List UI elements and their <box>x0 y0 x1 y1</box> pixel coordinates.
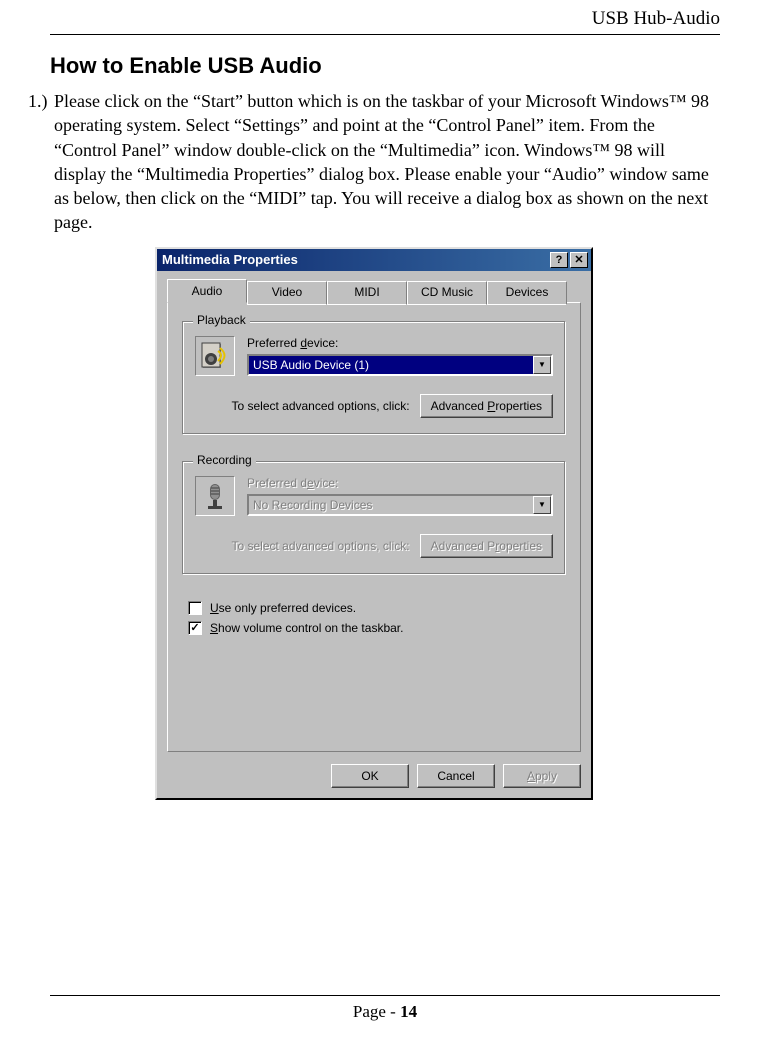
tab-devices[interactable]: Devices <box>487 281 567 305</box>
recording-legend: Recording <box>193 453 256 467</box>
tab-audio[interactable]: Audio <box>167 279 247 303</box>
step-1: 1.) Please click on the “Start” button w… <box>28 89 720 235</box>
tab-strip: Audio Video MIDI CD Music Devices <box>167 279 581 303</box>
checkbox-unchecked-icon[interactable] <box>188 601 202 615</box>
use-preferred-checkbox-row[interactable]: Use only preferred devices. <box>188 601 566 615</box>
dialog-title: Multimedia Properties <box>162 252 548 267</box>
tab-midi[interactable]: MIDI <box>327 281 407 305</box>
step-number: 1.) <box>28 89 54 235</box>
microphone-icon <box>195 476 235 516</box>
speaker-icon <box>195 336 235 376</box>
help-icon: ? <box>556 254 563 266</box>
playback-legend: Playback <box>193 313 250 327</box>
playback-device-value: USB Audio Device (1) <box>249 356 533 374</box>
apply-button: Apply <box>503 764 581 788</box>
dropdown-icon: ▼ <box>533 496 551 514</box>
use-preferred-label: Use only preferred devices. <box>210 601 356 615</box>
cancel-button[interactable]: Cancel <box>417 764 495 788</box>
show-volume-label: Show volume control on the taskbar. <box>210 621 403 635</box>
close-button[interactable]: ✕ <box>570 252 588 268</box>
checkbox-checked-icon[interactable]: ✓ <box>188 621 202 635</box>
help-button[interactable]: ? <box>550 252 568 268</box>
recording-device-select: No Recording Devices ▼ <box>247 494 553 516</box>
tab-panel-audio: Playback <box>167 302 581 752</box>
recording-device-label: Preferred device: <box>247 476 553 490</box>
titlebar[interactable]: Multimedia Properties ? ✕ <box>157 249 591 271</box>
dropdown-icon[interactable]: ▼ <box>533 356 551 374</box>
playback-device-select[interactable]: USB Audio Device (1) ▼ <box>247 354 553 376</box>
page-footer: Page - 14 <box>0 1002 770 1022</box>
recording-device-value: No Recording Devices <box>249 496 533 514</box>
recording-advanced-button: Advanced Properties <box>420 534 553 558</box>
playback-group: Playback <box>182 321 566 435</box>
playback-device-label: Preferred device: <box>247 336 553 350</box>
playback-adv-text: To select advanced options, click: <box>231 399 409 413</box>
recording-adv-text: To select advanced options, click: <box>231 539 409 553</box>
section-title: How to Enable USB Audio <box>50 53 720 79</box>
tab-video[interactable]: Video <box>247 281 327 305</box>
show-volume-checkbox-row[interactable]: ✓ Show volume control on the taskbar. <box>188 621 566 635</box>
playback-advanced-button[interactable]: Advanced Properties <box>420 394 553 418</box>
recording-group: Recording <box>182 461 566 575</box>
divider-bottom <box>50 995 720 996</box>
step-text: Please click on the “Start” button which… <box>54 89 720 235</box>
page-header: USB Hub-Audio <box>0 0 770 34</box>
ok-button[interactable]: OK <box>331 764 409 788</box>
close-icon: ✕ <box>574 253 583 266</box>
tab-cdmusic[interactable]: CD Music <box>407 281 487 305</box>
multimedia-properties-dialog: Multimedia Properties ? ✕ Audio Video MI… <box>155 247 593 800</box>
